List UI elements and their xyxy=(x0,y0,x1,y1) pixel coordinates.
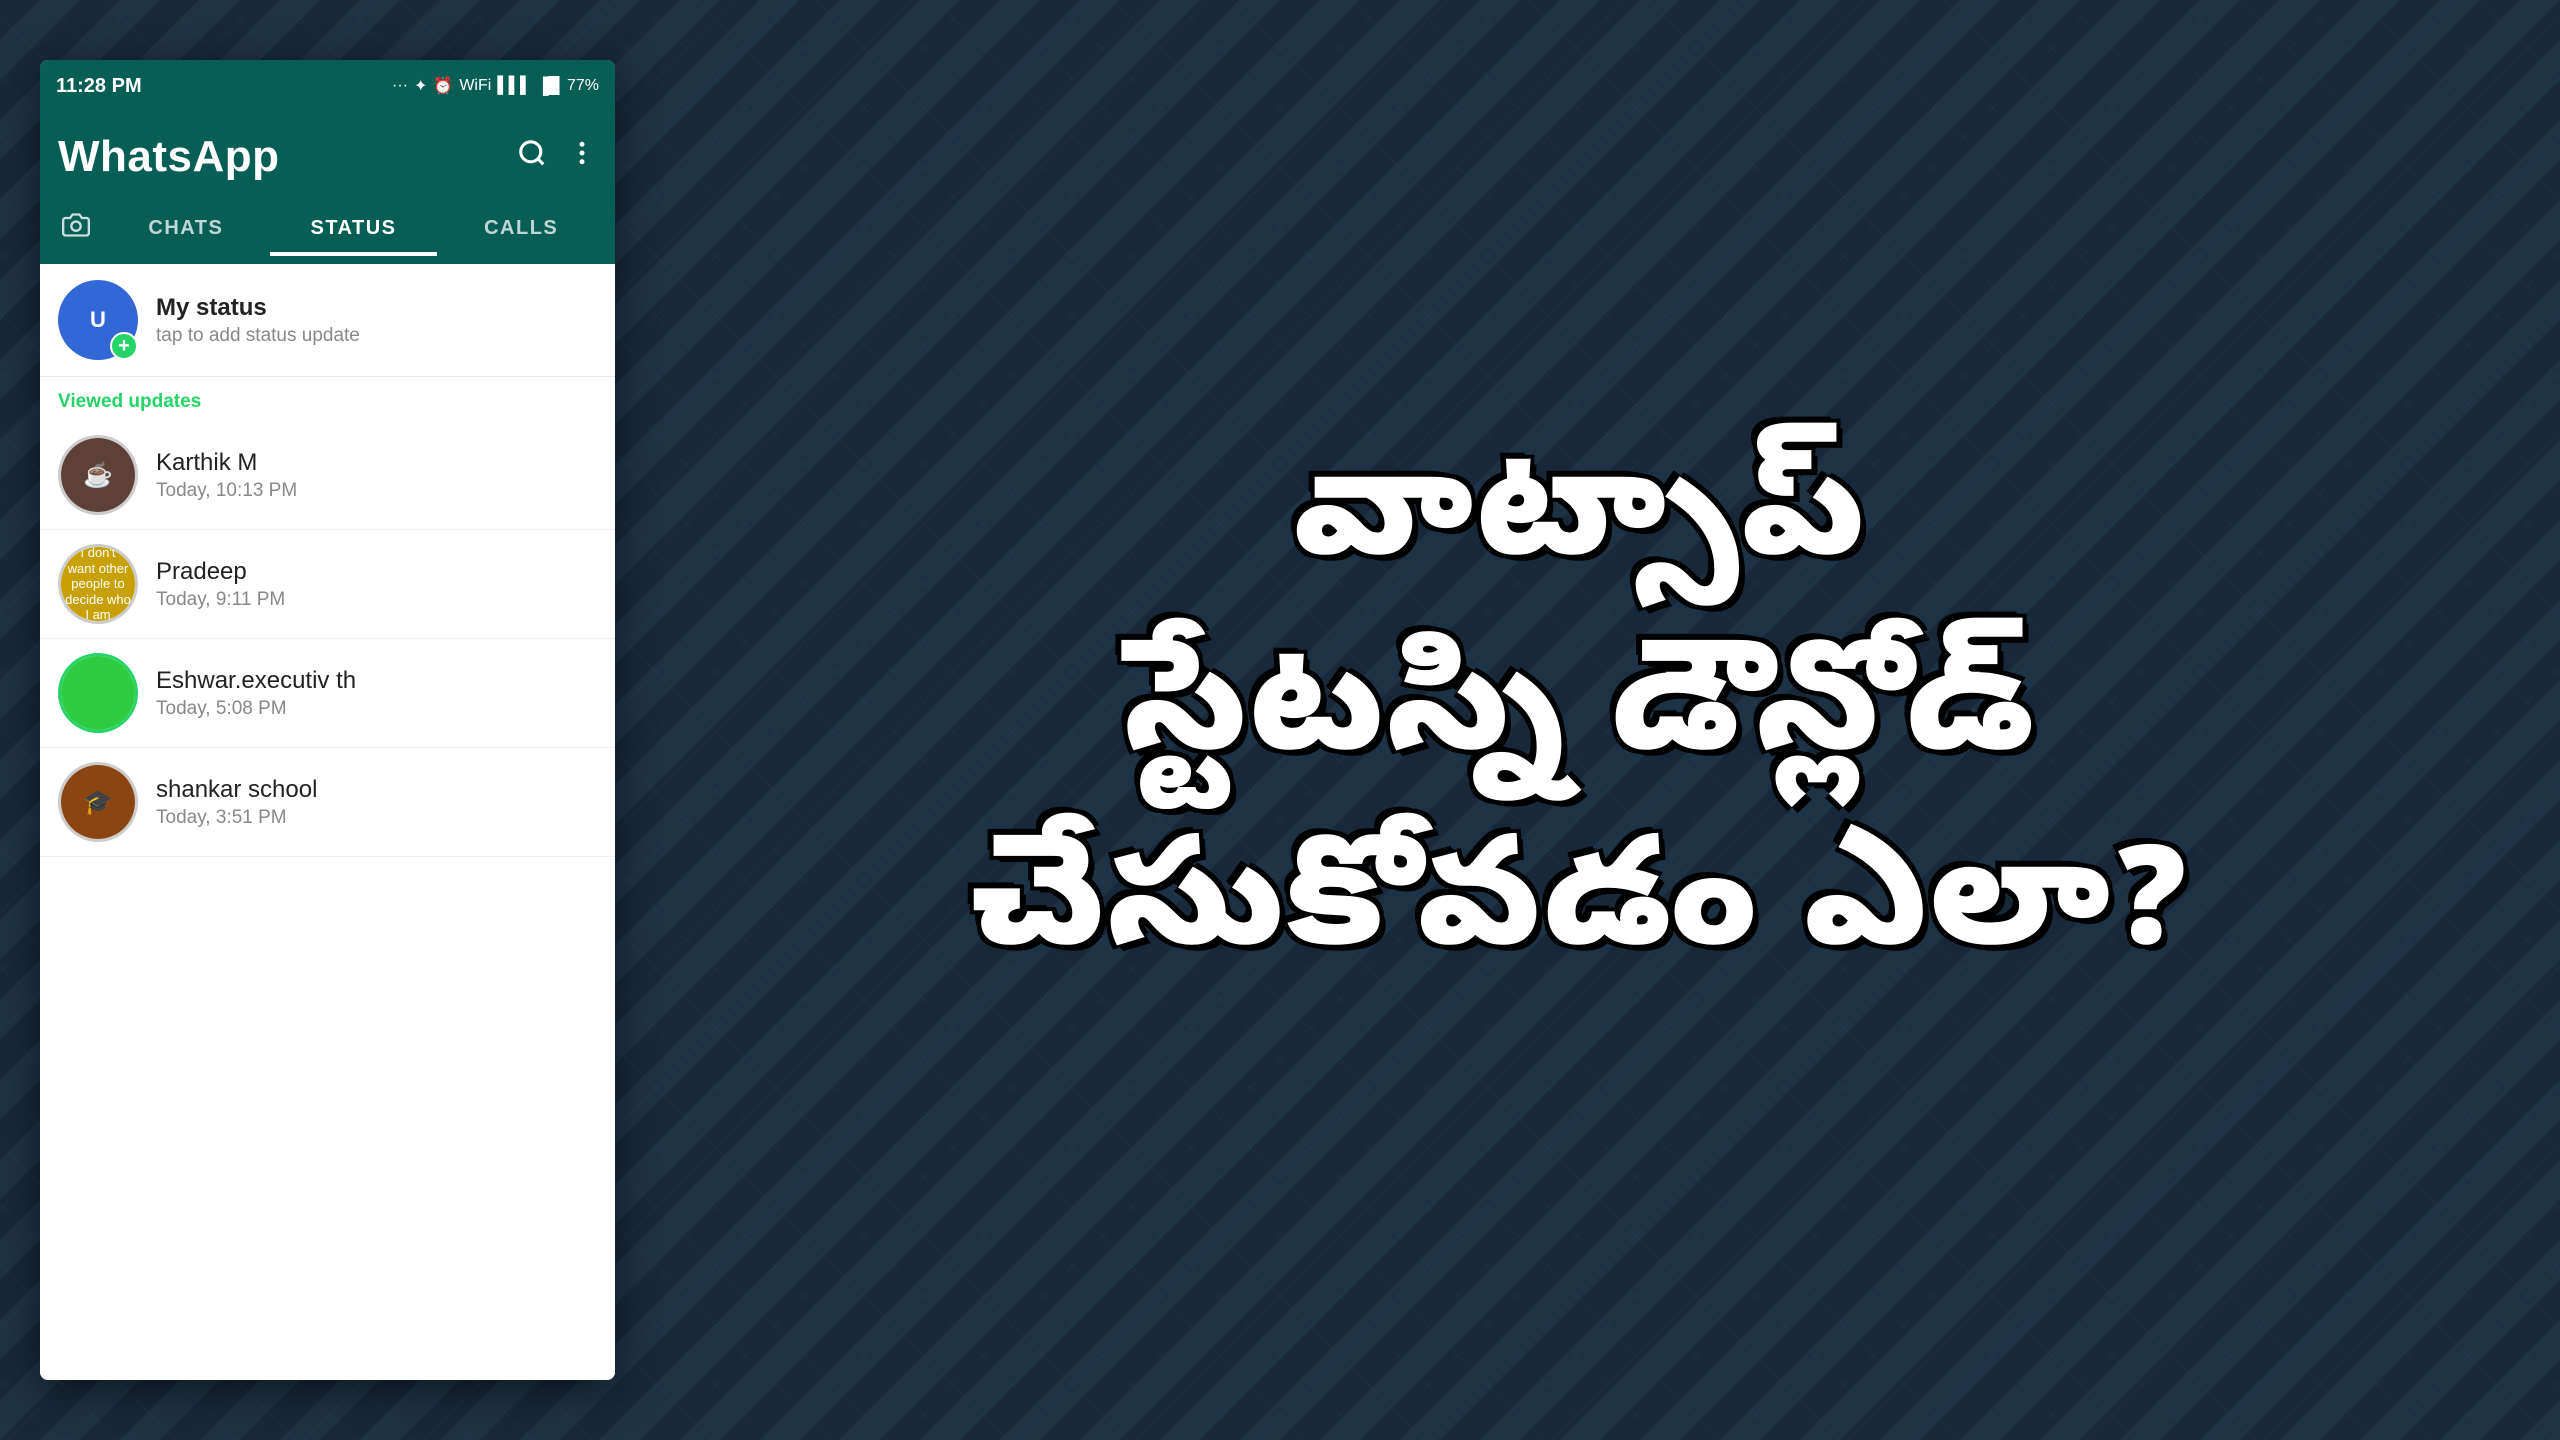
tab-camera[interactable] xyxy=(50,211,102,246)
more-options-icon[interactable] xyxy=(567,138,597,176)
shankar-avatar: 🎓 xyxy=(58,762,138,842)
phone-frame: 11:28 PM ··· ✦ ⏰ WiFi ▌▌▌ ▐▉ 77% WhatsAp… xyxy=(40,60,615,1380)
my-status-title: My status xyxy=(156,294,360,322)
status-content: U + My status tap to add status update V… xyxy=(40,264,615,1380)
shankar-name: shankar school xyxy=(156,776,317,804)
karthik-avatar: ☕ xyxy=(58,435,138,515)
list-item[interactable]: Eshwar.executiv th Today, 5:08 PM xyxy=(40,639,615,748)
search-icon[interactable] xyxy=(517,138,547,176)
telugu-heading: వాట్సాప్స్టేటస్ని డౌన్లోడ్చేసుకోవడం ఎలా? xyxy=(930,388,2230,1053)
viewed-updates-label: Viewed updates xyxy=(40,377,615,421)
my-status-avatar-container: U + xyxy=(58,280,138,360)
my-status-info: My status tap to add status update xyxy=(156,294,360,347)
my-status-row[interactable]: U + My status tap to add status update xyxy=(40,264,615,377)
shankar-time: Today, 3:51 PM xyxy=(156,807,317,829)
alarm-icon: ⏰ xyxy=(433,76,453,96)
bluetooth-icon: ✦ xyxy=(414,76,427,96)
pradeep-avatar: I don't want other people to decide who … xyxy=(58,544,138,624)
eshwar-info: Eshwar.executiv th Today, 5:08 PM xyxy=(156,667,356,720)
status-time: 11:28 PM xyxy=(56,75,142,98)
tab-calls[interactable]: CALLS xyxy=(437,201,605,256)
status-icons: ··· ✦ ⏰ WiFi ▌▌▌ ▐▉ 77% xyxy=(392,76,599,96)
tabs-bar: CHATS STATUS CALLS xyxy=(40,192,615,264)
app-header: WhatsApp xyxy=(40,112,615,192)
app-title: WhatsApp xyxy=(58,132,280,182)
karthik-info: Karthik M Today, 10:13 PM xyxy=(156,449,297,502)
signal-icon: ▌▌▌ xyxy=(497,77,531,95)
eshwar-time: Today, 5:08 PM xyxy=(156,698,356,720)
add-status-badge[interactable]: + xyxy=(110,332,138,360)
pradeep-time: Today, 9:11 PM xyxy=(156,589,285,611)
pradeep-info: Pradeep Today, 9:11 PM xyxy=(156,558,285,611)
karthik-name: Karthik M xyxy=(156,449,297,477)
list-item[interactable]: I don't want other people to decide who … xyxy=(40,530,615,639)
eshwar-avatar xyxy=(58,653,138,733)
dots-icon: ··· xyxy=(392,77,408,95)
battery-icon: ▐▉ xyxy=(537,76,561,96)
status-bar: 11:28 PM ··· ✦ ⏰ WiFi ▌▌▌ ▐▉ 77% xyxy=(40,60,615,112)
karthik-time: Today, 10:13 PM xyxy=(156,480,297,502)
header-actions xyxy=(517,138,597,176)
tab-chats[interactable]: CHATS xyxy=(102,201,270,256)
pradeep-name: Pradeep xyxy=(156,558,285,586)
tab-status[interactable]: STATUS xyxy=(270,201,438,256)
list-item[interactable]: ☕ Karthik M Today, 10:13 PM xyxy=(40,421,615,530)
telugu-text-overlay: వాట్సాప్స్టేటస్ని డౌన్లోడ్చేసుకోవడం ఎలా? xyxy=(600,0,2560,1440)
battery-percent: 77% xyxy=(567,77,599,95)
list-item[interactable]: 🎓 shankar school Today, 3:51 PM xyxy=(40,748,615,857)
my-status-subtitle: tap to add status update xyxy=(156,325,360,347)
shankar-info: shankar school Today, 3:51 PM xyxy=(156,776,317,829)
wifi-icon: WiFi xyxy=(459,77,491,95)
eshwar-name: Eshwar.executiv th xyxy=(156,667,356,695)
